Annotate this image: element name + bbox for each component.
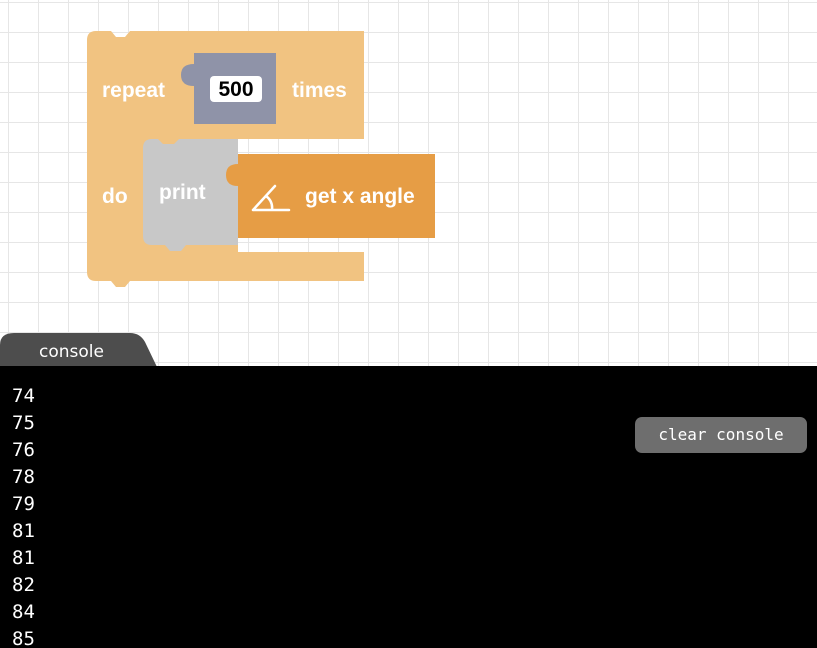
do-label: do	[102, 185, 128, 208]
print-label: print	[159, 181, 206, 204]
console-line: 82	[12, 574, 35, 596]
console-line: 74	[12, 385, 35, 407]
console-line: 81	[12, 547, 35, 569]
blocks-canvas: repeat times do 500 print get x angle	[87, 31, 435, 287]
get-x-angle-label: get x angle	[305, 185, 415, 208]
console-tab[interactable]: console	[0, 333, 160, 367]
console-tab-label: console	[39, 342, 104, 362]
repeat-count-block[interactable]: 500	[181, 53, 276, 124]
console-line: 85	[12, 628, 35, 648]
console-line: 76	[12, 439, 35, 461]
repeat-label: repeat	[102, 79, 165, 102]
times-label: times	[292, 79, 347, 102]
repeat-count-value[interactable]: 500	[218, 78, 253, 101]
blocks-workspace[interactable]: repeat times do 500 print get x angle	[0, 0, 817, 366]
console-line: 79	[12, 493, 35, 515]
clear-console-button[interactable]: clear console	[635, 417, 807, 453]
console-output: 74 75 76 78 79 81 81 82 84 85	[12, 383, 35, 648]
console-line: 81	[12, 520, 35, 542]
print-block[interactable]: print	[143, 139, 238, 251]
console-line: 75	[12, 412, 35, 434]
console-line: 78	[12, 466, 35, 488]
get-x-angle-block[interactable]: get x angle	[226, 154, 435, 238]
console-line: 84	[12, 601, 35, 623]
app-root: repeat times do 500 print get x angle co…	[0, 0, 817, 648]
console-panel: 74 75 76 78 79 81 81 82 84 85 clear cons…	[0, 366, 817, 648]
